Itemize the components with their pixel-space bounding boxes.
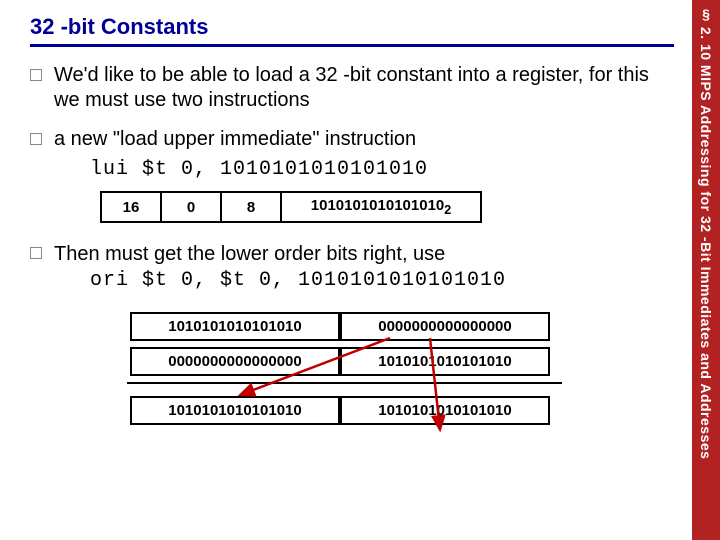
field-opcode: 16 bbox=[101, 192, 161, 222]
code-ori: ori $t 0, $t 0, 1010101010101010 bbox=[90, 269, 674, 292]
divider-line bbox=[127, 382, 562, 384]
bullet-box-icon bbox=[30, 133, 42, 145]
bits-cell: 1010101010101010 bbox=[130, 396, 340, 425]
bullet-3: Then must get the lower order bits right… bbox=[30, 241, 674, 267]
section-label: § 2. 10 MIPS Addressing for 32 -Bit Imme… bbox=[692, 0, 720, 540]
field-immediate: 10101010101010102 bbox=[281, 192, 481, 222]
table-row: 0000000000000000 1010101010101010 bbox=[130, 347, 550, 376]
bits-cell: 1010101010101010 bbox=[340, 396, 550, 425]
bullet-text: Then must get the lower order bits right… bbox=[54, 241, 445, 267]
bits-cell: 0000000000000000 bbox=[130, 347, 340, 376]
bits-cell: 1010101010101010 bbox=[130, 312, 340, 341]
field-rt: 8 bbox=[221, 192, 281, 222]
table-row: 1010101010101010 1010101010101010 bbox=[130, 396, 550, 425]
bullet-text: a new "load upper immediate" instruction bbox=[54, 127, 416, 152]
code-lui: lui $t 0, 1010101010101010 bbox=[90, 158, 674, 181]
bullet-text: We'd like to be able to load a 32 -bit c… bbox=[54, 63, 674, 113]
table-row: 16 0 8 10101010101010102 bbox=[101, 192, 481, 222]
bullet-2: a new "load upper immediate" instruction bbox=[30, 127, 674, 152]
bits-table-upper: 1010101010101010 0000000000000000 000000… bbox=[130, 306, 550, 382]
slide-title: 32 -bit Constants bbox=[30, 14, 674, 47]
bullet-box-icon bbox=[30, 69, 42, 81]
bullet-1: We'd like to be able to load a 32 -bit c… bbox=[30, 63, 674, 113]
table-row: 1010101010101010 0000000000000000 bbox=[130, 312, 550, 341]
immediate-bits: 1010101010101010 bbox=[311, 197, 444, 214]
bullet-box-icon bbox=[30, 247, 42, 259]
field-rs: 0 bbox=[161, 192, 221, 222]
bits-cell: 1010101010101010 bbox=[340, 347, 550, 376]
slide-content: 32 -bit Constants We'd like to be able t… bbox=[0, 0, 692, 540]
immediate-sub: 2 bbox=[444, 203, 451, 217]
bits-cell: 0000000000000000 bbox=[340, 312, 550, 341]
instruction-encoding-table: 16 0 8 10101010101010102 bbox=[100, 191, 482, 223]
bits-table-result: 1010101010101010 1010101010101010 bbox=[130, 390, 550, 431]
